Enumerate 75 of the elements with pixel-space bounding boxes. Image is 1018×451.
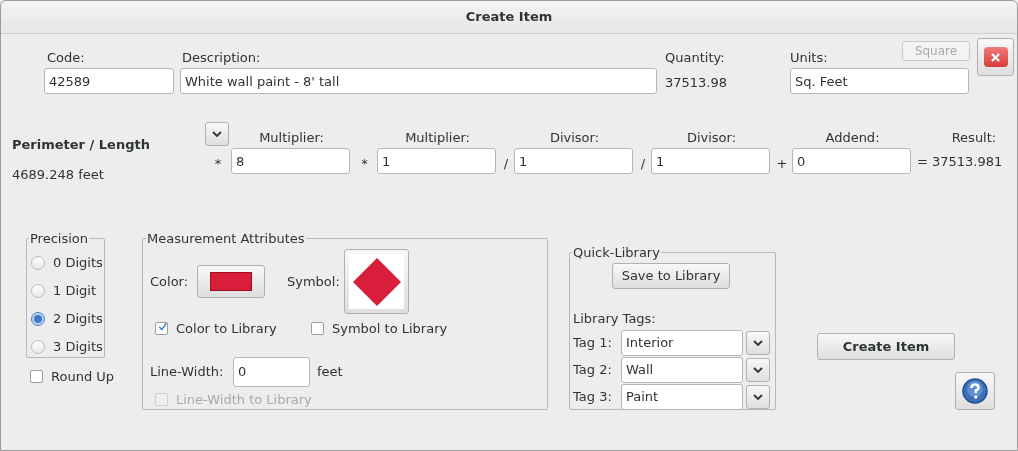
checkbox[interactable] bbox=[155, 322, 168, 335]
field-label: Addend: bbox=[824, 129, 881, 147]
field-label: Units: bbox=[790, 49, 828, 67]
code-field[interactable]: 42589 bbox=[44, 68, 174, 94]
units-field[interactable]: Sq. Feet bbox=[790, 68, 969, 94]
input-field[interactable]: 1 bbox=[514, 148, 633, 174]
help-button[interactable] bbox=[955, 372, 995, 410]
quantity-value: 37513.98 bbox=[665, 74, 729, 92]
window-title: Create Item bbox=[465, 8, 553, 27]
save-button[interactable]: Save to Library bbox=[611, 262, 731, 289]
radio-button[interactable] bbox=[31, 339, 45, 354]
checkbox-label: Line-Width to Library bbox=[176, 390, 312, 409]
group-title: Precision bbox=[29, 230, 89, 248]
chevron-down-icon bbox=[753, 339, 763, 346]
create-button[interactable]: Create Item bbox=[817, 333, 955, 360]
checkbox[interactable] bbox=[311, 322, 324, 335]
field-label: Library Tags: bbox=[573, 309, 657, 328]
field-label: Color: bbox=[150, 272, 190, 291]
checkbox[interactable] bbox=[30, 370, 43, 384]
option-label: 2 Digits bbox=[53, 309, 103, 328]
operator-sign: * bbox=[360, 155, 369, 173]
dropdown-button[interactable] bbox=[746, 357, 770, 382]
option-label: 0 Digits bbox=[53, 253, 103, 272]
close-button[interactable] bbox=[977, 38, 1014, 76]
field-label: Result: bbox=[950, 129, 998, 147]
field-label: Multiplier: bbox=[258, 129, 325, 147]
unit-label: feet bbox=[317, 362, 343, 381]
field-label: Line-Width: bbox=[150, 362, 225, 381]
field-label: Tag 1: bbox=[573, 333, 613, 352]
checkbox-label: Round Up bbox=[51, 368, 115, 386]
dropdown-button[interactable] bbox=[746, 330, 770, 355]
radio-button[interactable] bbox=[31, 283, 45, 298]
field-label: Symbol: bbox=[287, 272, 341, 291]
field-label: Multiplier: bbox=[404, 129, 471, 147]
field-label: Quantity: bbox=[665, 49, 726, 67]
radio-button[interactable] bbox=[31, 311, 45, 326]
group-title: Measurement Attributes bbox=[146, 230, 306, 248]
operator-sign: + bbox=[775, 155, 789, 173]
chevron-down-icon bbox=[212, 131, 222, 137]
field-label: Divisor: bbox=[685, 129, 738, 147]
input-field[interactable]: 0 bbox=[792, 148, 911, 174]
input-field[interactable]: 8 bbox=[231, 148, 350, 174]
field-label: Code: bbox=[47, 49, 86, 67]
source-label: Perimeter / Length bbox=[12, 136, 151, 154]
tag-field[interactable]: Paint bbox=[621, 383, 743, 410]
input-field[interactable]: 1 bbox=[651, 148, 770, 174]
tag-field[interactable]: Interior bbox=[621, 329, 743, 356]
field-label: Divisor: bbox=[548, 129, 601, 147]
field-label: Description: bbox=[182, 49, 262, 67]
line-width-field[interactable]: 0 bbox=[233, 356, 310, 387]
close-icon bbox=[983, 47, 1008, 67]
source-value: 4689.248 feet bbox=[12, 166, 105, 184]
description-field[interactable]: White wall paint - 8' tall bbox=[180, 68, 657, 94]
operator-sign: * bbox=[213, 155, 223, 173]
checkbox-label: Symbol to Library bbox=[332, 319, 448, 338]
symbol-button[interactable] bbox=[344, 249, 409, 314]
option-label: 3 Digits bbox=[53, 337, 103, 356]
group-title: Quick-Library bbox=[572, 244, 661, 262]
help-icon bbox=[962, 378, 988, 404]
operator-sign: = bbox=[917, 153, 928, 172]
field-label: Tag 3: bbox=[573, 387, 613, 406]
tag-field[interactable]: Wall bbox=[621, 356, 743, 383]
operator-sign: / bbox=[639, 155, 647, 173]
input-field[interactable]: 1 bbox=[377, 148, 496, 174]
color-button[interactable] bbox=[197, 265, 265, 298]
checkbox-label: Color to Library bbox=[176, 319, 277, 338]
field-label: Tag 2: bbox=[573, 360, 613, 379]
chevron-down-icon bbox=[753, 393, 763, 400]
dropdown-button[interactable] bbox=[205, 122, 229, 146]
result-value: 37513.981 bbox=[931, 153, 1003, 172]
chevron-down-icon bbox=[753, 366, 763, 373]
operator-sign: / bbox=[502, 155, 510, 173]
radio-button[interactable] bbox=[31, 255, 45, 270]
dropdown-button[interactable] bbox=[746, 384, 770, 409]
option-label: 1 Digit bbox=[53, 281, 96, 300]
